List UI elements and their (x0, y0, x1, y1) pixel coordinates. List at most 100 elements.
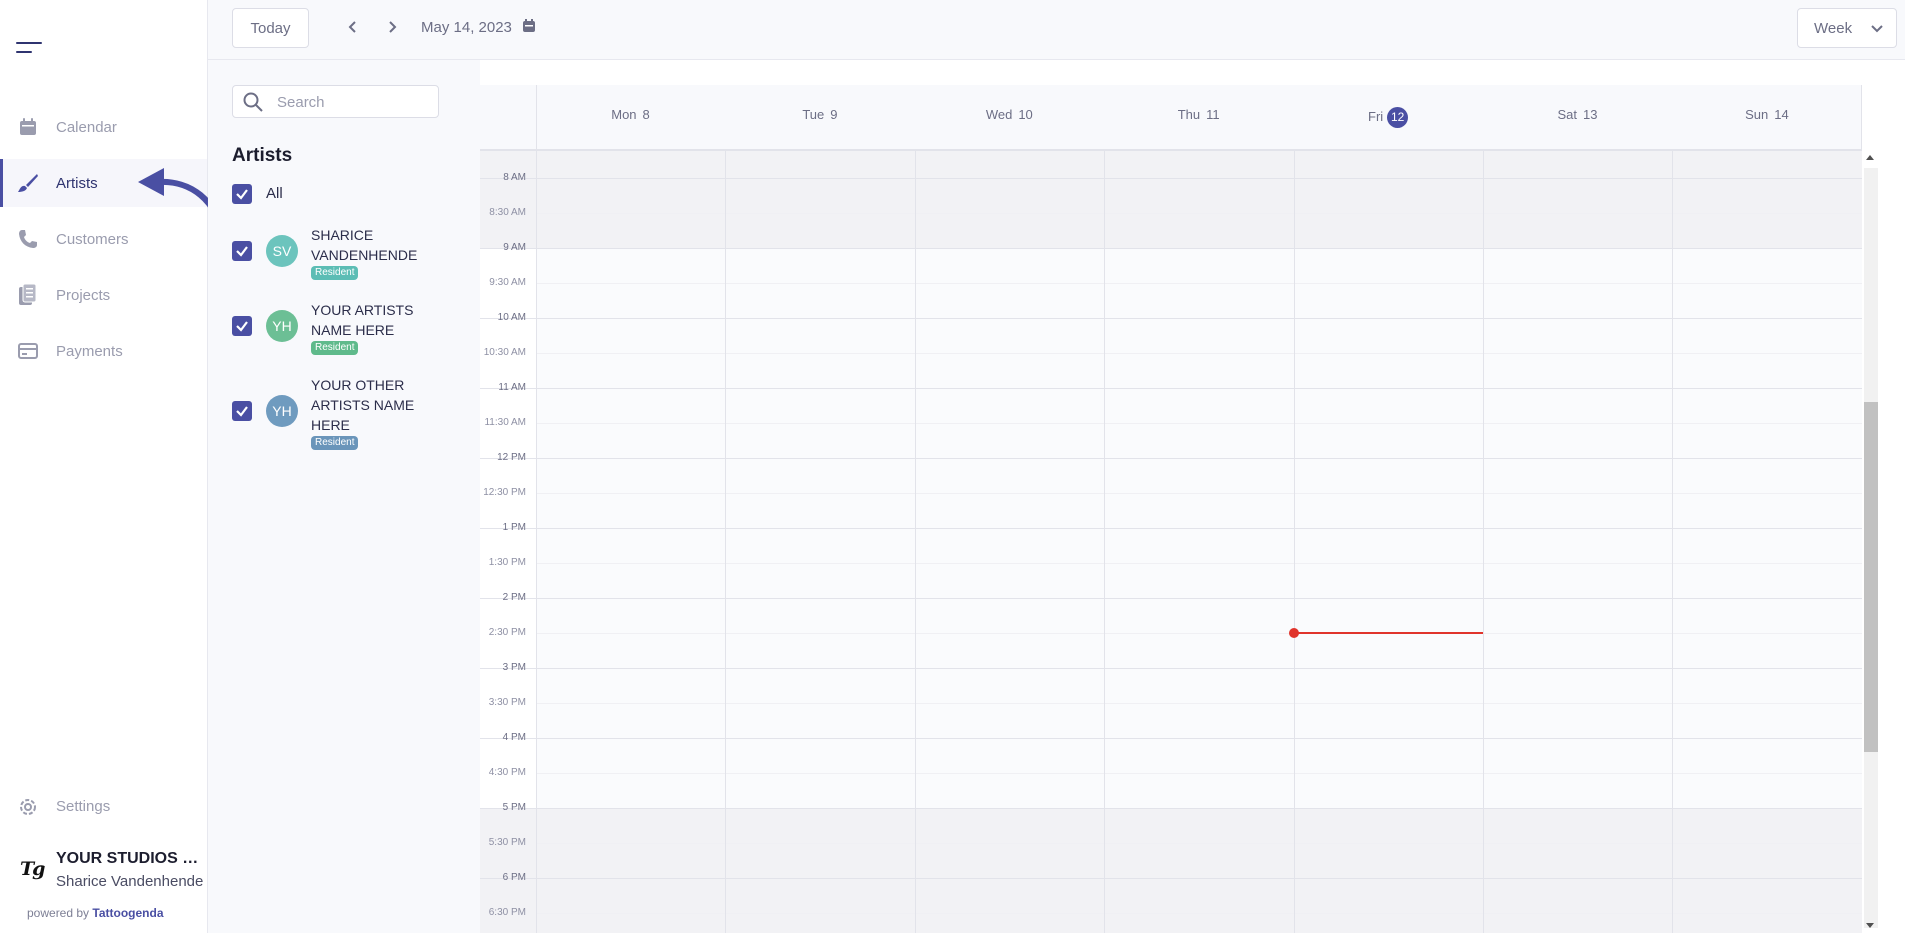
date-picker-icon[interactable] (522, 19, 538, 35)
toolbar: Today May 14, 2023 Week (208, 0, 1905, 60)
status-badge: Resident (311, 266, 359, 280)
sidebar-item-label: Payments (56, 342, 123, 360)
chevron-left-icon (348, 21, 356, 33)
avatar: SV (266, 235, 298, 267)
day-header-thu[interactable]: Thu 11 (1104, 107, 1293, 122)
time-label: 8:30 AM (489, 207, 526, 218)
calendar-scrollbar[interactable] (1862, 150, 1900, 933)
sidebar-item-artists[interactable]: Artists (0, 159, 207, 207)
user-name: Sharice Vandenhende (56, 873, 204, 890)
day-header-mon[interactable]: Mon 8 (536, 107, 725, 122)
current-time-dot (1289, 628, 1299, 638)
today-button[interactable]: Today (232, 8, 309, 48)
status-badge: Resident (311, 436, 359, 450)
sidebar-item-calendar[interactable]: Calendar (0, 103, 207, 151)
avatar: YH (266, 395, 298, 427)
time-label: 1:30 PM (488, 557, 526, 568)
all-checkbox[interactable] (232, 184, 252, 204)
phone-icon (17, 228, 39, 250)
checkmark-icon (236, 189, 248, 200)
time-label: 5:30 PM (488, 837, 526, 848)
prev-week-button[interactable] (343, 17, 363, 37)
artist-checkbox[interactable] (232, 241, 252, 261)
time-label: 12:30 PM (483, 487, 526, 498)
studio-account[interactable]: Tg YOUR STUDIOS NAME Sharice Vandenhende (0, 846, 207, 894)
checkmark-icon (236, 321, 248, 332)
artist-filter-panel: Artists All SV SHARICE VANDENHENDE Resid… (208, 60, 480, 933)
time-label: 2:30 PM (488, 627, 526, 638)
artist-checkbox[interactable] (232, 401, 252, 421)
powered-by: powered by Tattoogenda (27, 906, 164, 920)
sidebar-item-label: Projects (56, 286, 111, 304)
artist-checkbox[interactable] (232, 316, 252, 336)
search-box (232, 85, 439, 118)
time-label: 5 PM (502, 802, 526, 813)
time-label: 8 AM (503, 172, 526, 183)
sidebar-item-settings[interactable]: Settings (0, 794, 207, 820)
scroll-up-arrow-icon[interactable] (1866, 155, 1874, 160)
avatar: YH (266, 310, 298, 342)
time-label: 11 AM (498, 382, 526, 393)
time-label: 6:30 PM (488, 907, 526, 918)
day-header-tue[interactable]: Tue 9 (725, 107, 914, 122)
time-label: 10:30 AM (483, 347, 526, 358)
sidebar-item-customers[interactable]: Customers (0, 215, 207, 263)
search-icon (243, 92, 263, 112)
time-label: 2 PM (502, 592, 526, 603)
powered-brand-link[interactable]: Tattoogenda (92, 906, 163, 920)
time-label: 10 AM (497, 312, 526, 323)
settings-label: Settings (56, 798, 111, 815)
next-week-button[interactable] (382, 17, 402, 37)
scroll-down-arrow-icon[interactable] (1866, 923, 1874, 928)
gear-icon (17, 796, 39, 818)
calendar-header: Mon 8 Tue 9 Wed 10 Thu 11 Fri 12 Sat 13 Sun 14 (480, 85, 1862, 150)
all-label: All (266, 185, 283, 202)
time-label: 1 PM (502, 522, 526, 533)
day-header-sun[interactable]: Sun 14 (1672, 107, 1861, 122)
powered-prefix: powered by (27, 906, 90, 920)
time-label: 3 PM (502, 662, 526, 673)
time-label: 9:30 AM (489, 277, 526, 288)
current-time-line (1294, 632, 1483, 634)
chevron-right-icon (389, 21, 397, 33)
chevron-down-icon (1871, 25, 1883, 33)
time-label: 3:30 PM (488, 697, 526, 708)
sidebar-item-projects[interactable]: Projects (0, 271, 207, 319)
time-label: 9 AM (503, 242, 526, 253)
search-input[interactable] (277, 92, 427, 112)
time-label: 12 PM (497, 452, 526, 463)
day-header-fri[interactable]: Fri 12 (1294, 107, 1483, 128)
status-badge: Resident (311, 341, 359, 355)
checkmark-icon (236, 246, 248, 257)
sidebar-item-label: Customers (56, 230, 129, 248)
scrollbar-thumb[interactable] (1864, 402, 1878, 752)
current-date-label: May 14, 2023 (421, 19, 512, 36)
artist-name: YOUR ARTISTS NAME HERE (311, 302, 414, 338)
sidebar-item-label: Calendar (56, 118, 117, 136)
off-hours-block (480, 150, 1862, 248)
artist-name: YOUR OTHER ARTISTS NAME HERE (311, 377, 415, 433)
brush-icon (17, 172, 39, 194)
studio-logo: Tg (20, 858, 45, 880)
view-select[interactable]: Week (1797, 8, 1897, 48)
menu-toggle-icon[interactable] (16, 42, 44, 56)
sidebar-item-payments[interactable]: Payments (0, 327, 207, 375)
day-header-wed[interactable]: Wed 10 (915, 107, 1104, 122)
artists-heading: Artists (232, 145, 293, 166)
calendar-icon (17, 116, 39, 138)
sidebar-item-label: Artists (56, 174, 98, 192)
week-calendar: Mon 8 Tue 9 Wed 10 Thu 11 Fri 12 Sat 13 Sun 14 8 AM 8:… (480, 85, 1900, 933)
artist-name: SHARICE VANDENHENDE (311, 227, 418, 263)
documents-icon (17, 284, 39, 306)
view-select-value: Week (1814, 20, 1853, 37)
day-header-sat[interactable]: Sat 13 (1483, 107, 1672, 122)
sidebar: Calendar Artists Customers Projects Paym… (0, 0, 208, 933)
time-label: 6 PM (502, 872, 526, 883)
time-label: 4:30 PM (488, 767, 526, 778)
time-label: 4 PM (502, 732, 526, 743)
card-icon (17, 340, 39, 362)
off-hours-block (480, 808, 1862, 933)
time-label: 11:30 AM (484, 417, 526, 428)
calendar-grid[interactable]: 8 AM 8:30 AM 9 AM 9:30 AM 10 AM 10:30 AM 11 AM… (480, 150, 1863, 933)
studio-name: YOUR STUDIOS NAME (56, 850, 204, 867)
